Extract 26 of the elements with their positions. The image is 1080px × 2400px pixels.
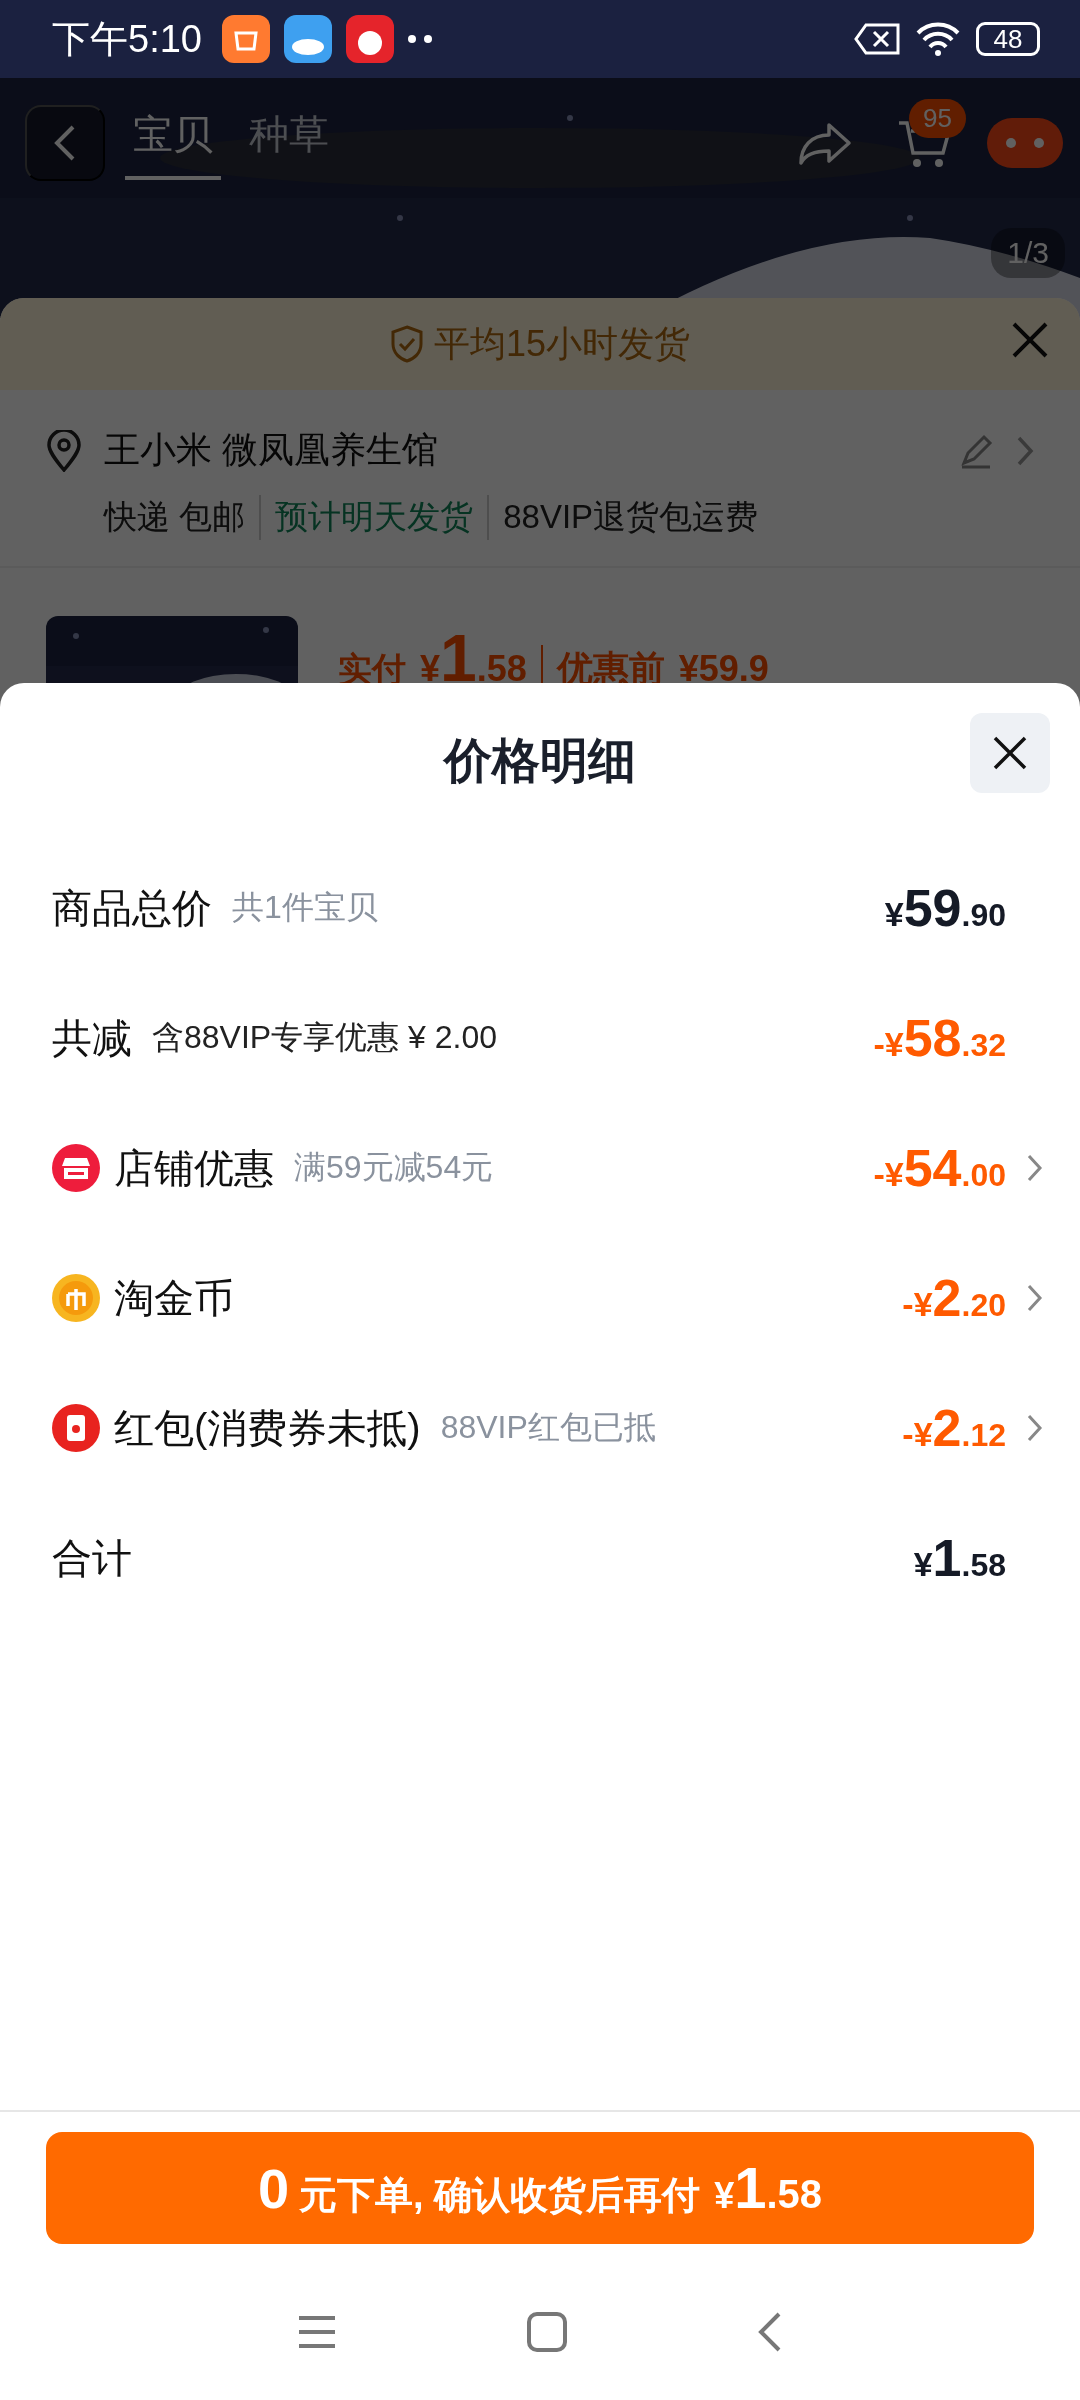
delivery-info: 预计明天发货 bbox=[259, 495, 488, 540]
clock-time: 下午5:10 bbox=[52, 16, 202, 62]
row-label: 商品总价 bbox=[52, 884, 212, 932]
row-note: 含88VIP专享优惠 ¥ 2.00 bbox=[152, 1018, 498, 1057]
paid-price: ¥1.58 bbox=[420, 620, 527, 696]
row-note: 88VIP红包已抵 bbox=[440, 1408, 656, 1447]
row-label: 合计 bbox=[52, 1534, 132, 1582]
address-text: 王小米 微凤凰养生馆 bbox=[104, 428, 439, 472]
row-note: 共1件宝贝 bbox=[232, 888, 378, 927]
amount: -¥58.32 bbox=[873, 1008, 1006, 1068]
amount: ¥59.90 bbox=[884, 878, 1006, 938]
row-note: 满59元减54元 bbox=[294, 1148, 494, 1187]
amount: ¥1.58 bbox=[913, 1528, 1006, 1588]
amount: -¥2.20 bbox=[902, 1268, 1006, 1328]
amount: -¥54.00 bbox=[873, 1138, 1006, 1198]
row-label: 共减 bbox=[52, 1014, 132, 1062]
delivery-info: 快递 包邮 bbox=[104, 497, 247, 537]
shipping-note: 平均15小时发货 bbox=[433, 321, 690, 366]
original-price: ¥59.9 bbox=[678, 648, 769, 690]
row-label: 淘金币 bbox=[114, 1274, 234, 1322]
delivery-info: 88VIP退货包运费 bbox=[487, 495, 773, 540]
amount: -¥2.12 bbox=[902, 1398, 1006, 1458]
battery-indicator: 48 bbox=[976, 22, 1040, 56]
row-label: 店铺优惠 bbox=[114, 1144, 274, 1192]
sheet-title: 价格明细 bbox=[444, 733, 636, 789]
row-label: 红包(消费券未抵) bbox=[114, 1404, 421, 1452]
